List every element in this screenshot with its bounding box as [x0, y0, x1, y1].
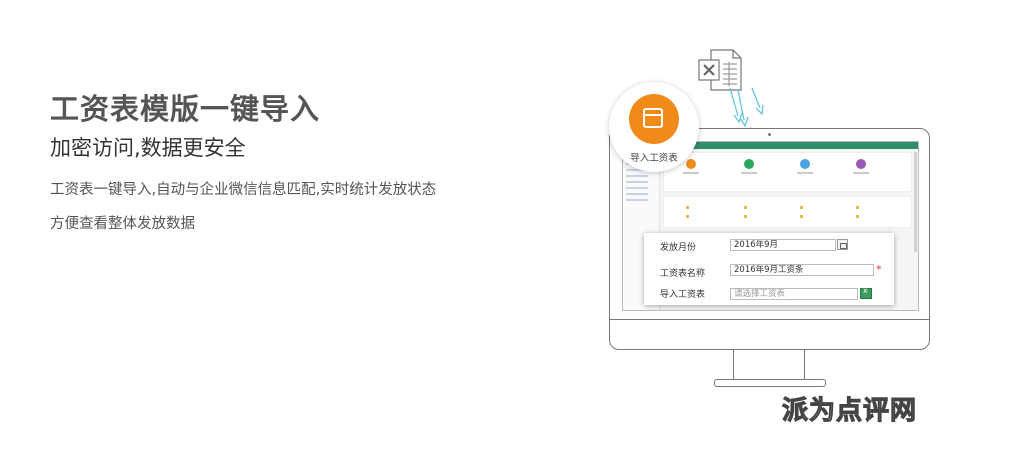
screen-app-panel: [663, 152, 912, 192]
monitor-stand-neck: [733, 350, 805, 380]
import-arrows-icon: [729, 87, 764, 128]
app-dot-icon: [800, 159, 810, 169]
hero-description-line-2: 方便查看整体发放数据: [50, 216, 195, 232]
app-caption: [797, 172, 813, 174]
month-input[interactable]: 2016年9月: [730, 239, 836, 251]
calendar-picker-icon[interactable]: [837, 239, 848, 250]
app-dot-icon: [744, 159, 754, 169]
panel-mark: [856, 215, 859, 218]
month-label: 发放月份: [660, 243, 697, 253]
panel-mark: [686, 215, 689, 218]
sidebar-row: [626, 193, 648, 195]
hero-description-line-1: 工资表一键导入,自动与企业微信信息匹配,实时统计发放状态: [50, 182, 437, 198]
name-label: 工资表名称: [660, 269, 706, 279]
sidebar-row: [626, 199, 648, 201]
monitor-chin: [610, 319, 929, 320]
monitor-camera: [768, 133, 771, 136]
sidebar-row: [626, 175, 648, 177]
required-mark: *: [876, 263, 882, 276]
panel-mark: [686, 206, 689, 209]
screen-data-panel: [663, 196, 912, 228]
calendar-icon: [629, 94, 679, 144]
hero-title: 工资表模版一键导入: [50, 92, 321, 126]
panel-mark: [800, 215, 803, 218]
import-file-input[interactable]: 请选择工资表: [730, 288, 858, 300]
panel-mark: [744, 206, 747, 209]
sidebar-row: [626, 181, 648, 183]
app-caption: [683, 172, 699, 174]
import-label: 导入工资表: [660, 290, 706, 300]
import-badge[interactable]: 导入工资表: [609, 82, 699, 172]
badge-label: 导入工资表: [630, 153, 678, 164]
panel-mark: [800, 206, 803, 209]
watermark: 派为点评网: [781, 396, 918, 427]
monitor-stand-base: [714, 379, 826, 387]
app-caption: [741, 172, 757, 174]
name-input[interactable]: 2016年9月工资条: [730, 264, 874, 276]
excel-upload-icon[interactable]: [860, 286, 872, 299]
import-form-popup: 发放月份 2016年9月 工资表名称 2016年9月工资条 * 导入工资表 请选…: [644, 233, 894, 305]
app-caption: [853, 172, 869, 174]
hero-subtitle: 加密访问,数据更安全: [50, 136, 246, 160]
screen-scrollbar: [914, 152, 917, 252]
panel-mark: [856, 206, 859, 209]
sidebar-row: [626, 187, 648, 189]
app-dot-icon: [856, 159, 866, 169]
panel-mark: [744, 215, 747, 218]
